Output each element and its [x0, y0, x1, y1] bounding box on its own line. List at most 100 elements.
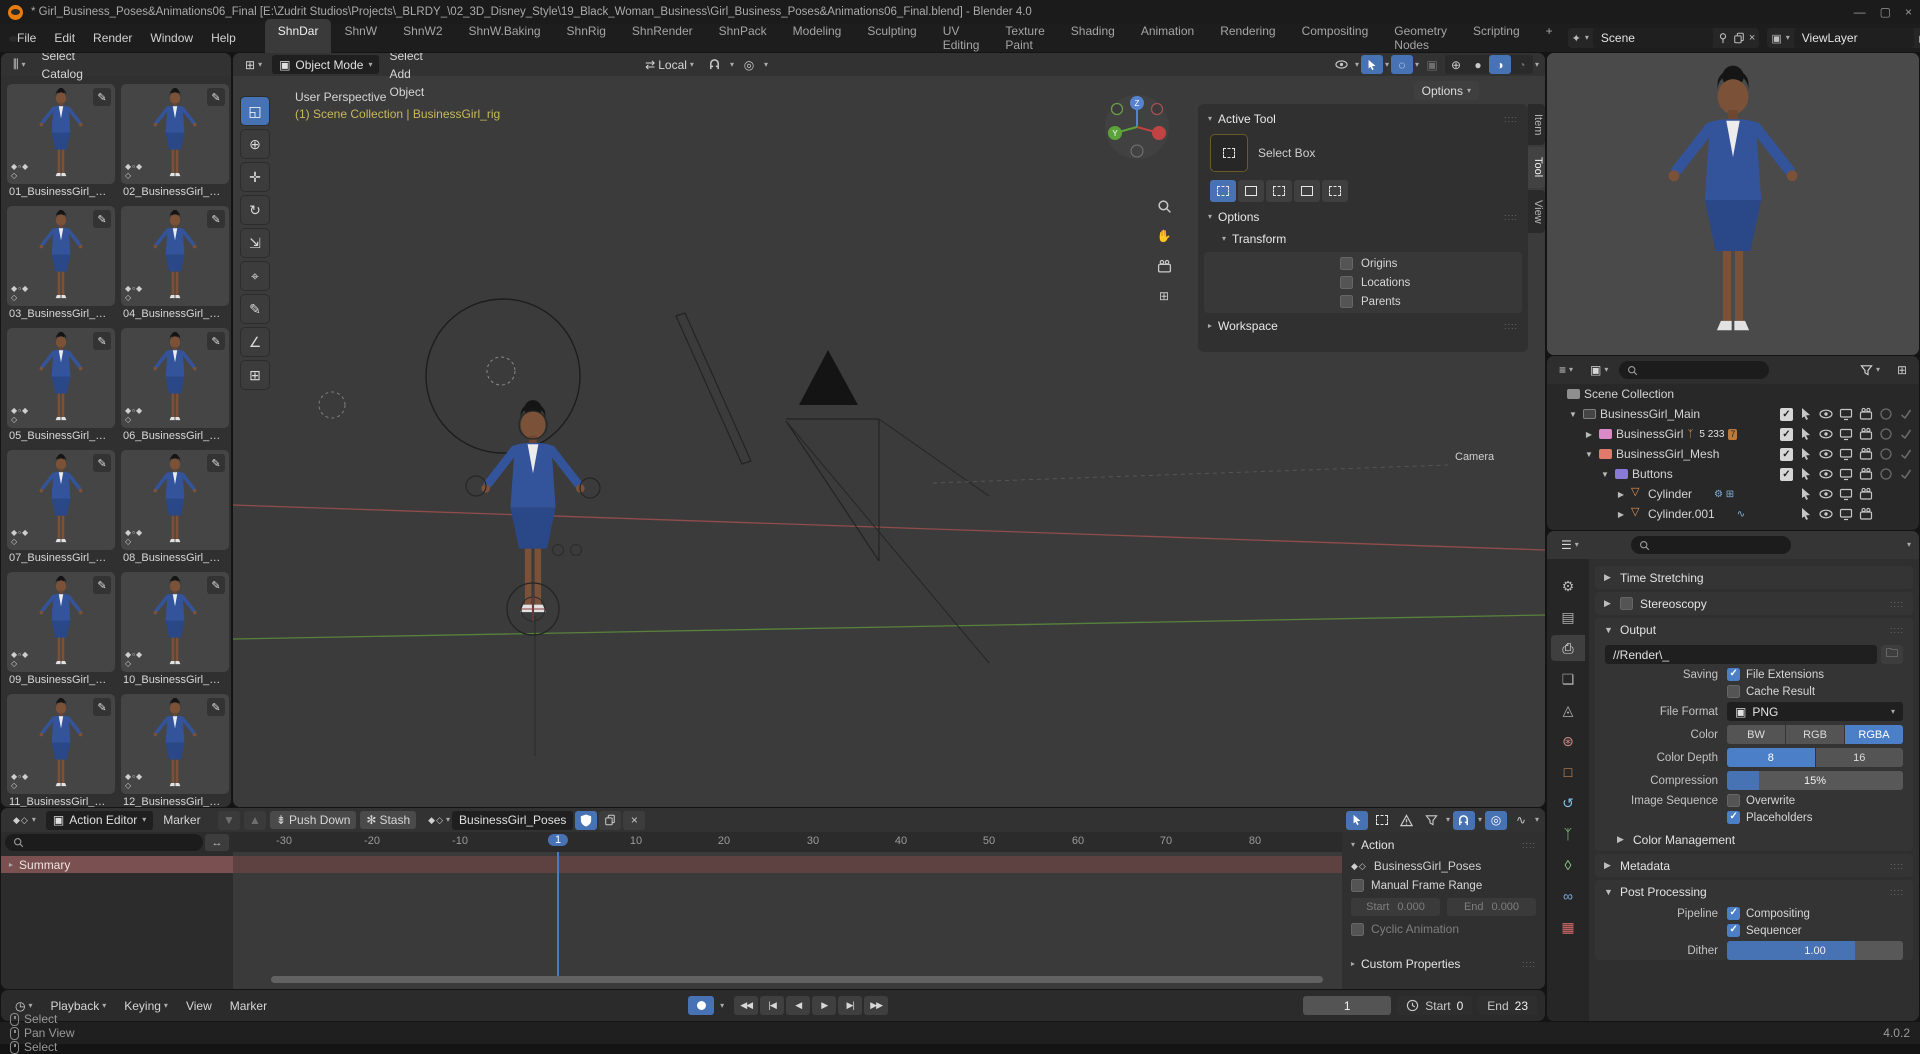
dope-editor-type-button[interactable]: ◆◇▾ — [7, 813, 42, 828]
expand-icon[interactable]: ▼ — [1567, 410, 1579, 419]
fake-user-shield-icon[interactable] — [575, 811, 597, 830]
edit-asset-icon[interactable]: ✎ — [93, 332, 111, 350]
output-panel-header[interactable]: ▼Output:::: — [1595, 618, 1913, 641]
jump-to-end-button[interactable]: ▶▶ — [864, 996, 888, 1015]
action-name-field[interactable]: BusinessGirl_Poses — [452, 811, 573, 830]
outliner-row-cylinder[interactable]: ▶ Cylinder ⚙ ⊞ ✓ — [1547, 484, 1919, 504]
asset-editor-type-button[interactable]: ⫼▾ — [7, 55, 32, 74]
shading-solid-icon[interactable]: ● — [1467, 55, 1489, 74]
disable-viewport-icon[interactable] — [1839, 447, 1853, 461]
tool-move[interactable]: ✛ — [240, 162, 270, 192]
select-mode-intersect[interactable] — [1322, 180, 1348, 202]
panel-grip-icon[interactable]: :::: — [1890, 599, 1904, 609]
panel-grip-icon[interactable]: :::: — [1890, 887, 1904, 897]
workspace-tab[interactable]: Animation — [1128, 19, 1207, 57]
dope-menu[interactable]: Marker — [157, 811, 214, 829]
edit-asset-icon[interactable]: ✎ — [207, 698, 225, 716]
panel-grip-icon[interactable]: :::: — [1522, 959, 1536, 969]
keying-menu[interactable]: Keying▾ — [118, 997, 174, 1015]
tool-annotate[interactable]: ✎ — [240, 294, 270, 324]
next-keyframe-button[interactable]: ▶| — [838, 996, 862, 1015]
workspace-tab[interactable]: Sculpting — [854, 19, 929, 57]
camera-object-label[interactable]: Camera — [1455, 451, 1494, 463]
workspace-tab[interactable]: Modeling — [780, 19, 855, 57]
tab-object-data-icon[interactable]: ᛉ — [1551, 821, 1585, 847]
collection-checkbox[interactable]: ✓ — [1780, 448, 1793, 461]
npanel-tab-view[interactable]: View — [1528, 190, 1545, 234]
asset-menu[interactable]: Catalog — [36, 65, 89, 83]
depth-8-button[interactable]: 8 — [1727, 748, 1815, 767]
topbar-menu[interactable]: Edit — [45, 28, 84, 48]
asset-pose-card[interactable]: ✎ ◆▫◆◇ 09_BusinessGirl_… — [7, 572, 115, 686]
selectable-icon[interactable] — [1799, 507, 1813, 521]
disable-viewport-icon[interactable] — [1839, 467, 1853, 481]
disable-render-icon[interactable] — [1859, 407, 1873, 421]
file-format-dropdown[interactable]: ▣PNG▾ — [1727, 702, 1903, 721]
locations-checkbox[interactable]: Locations — [1204, 273, 1522, 292]
frame-end-field[interactable]: End0.000 — [1447, 898, 1536, 916]
compression-slider[interactable]: 15% — [1727, 771, 1903, 790]
outliner-row-businessgirl[interactable]: ▶ BusinessGirl ᛉ 5 233 7 ✓ — [1547, 424, 1919, 444]
jump-to-start-button[interactable]: ◀◀ — [734, 996, 758, 1015]
tool-scale[interactable]: ⇲ — [240, 228, 270, 258]
outliner-row-buttons[interactable]: ▼ Buttons ✓ — [1547, 464, 1919, 484]
workspace-tab[interactable]: ShnW — [331, 19, 390, 57]
outliner-row-scene-collection[interactable]: Scene Collection ✓ — [1547, 384, 1919, 404]
outliner-row-businessgirl-mesh[interactable]: ▼ BusinessGirl_Mesh ✓ — [1547, 444, 1919, 464]
select-mode-set[interactable] — [1210, 180, 1236, 202]
color-bw-button[interactable]: BW — [1727, 725, 1785, 744]
panel-grip-icon[interactable]: :::: — [1504, 212, 1518, 222]
summary-keyframe-band[interactable] — [233, 856, 1342, 873]
only-selected-icon[interactable] — [1346, 811, 1368, 830]
properties-options-icon[interactable]: ▾ — [1907, 541, 1911, 549]
selectable-icon[interactable] — [1799, 447, 1813, 461]
options-panel-header[interactable]: ▾Options:::: — [1198, 206, 1528, 228]
hide-eye-icon[interactable] — [1819, 447, 1833, 461]
asset-pose-card[interactable]: ✎ ◆▫◆◇ 11_BusinessGirl_… — [7, 694, 115, 807]
dope-mode-dropdown[interactable]: ▣Action Editor▾ — [46, 811, 153, 830]
asset-pose-card[interactable]: ✎ ◆▫◆◇ 03_BusinessGirl_… — [7, 206, 115, 320]
hide-channels-icon[interactable] — [1371, 811, 1393, 830]
camera-view-icon[interactable] — [1151, 253, 1177, 279]
transform-subpanel-header[interactable]: ▾Transform — [1198, 228, 1528, 250]
asset-pose-card[interactable]: ✎ ◆▫◆◇ 10_BusinessGirl_… — [121, 572, 229, 686]
properties-search-input[interactable] — [1631, 536, 1791, 554]
minimize-button[interactable]: — — [1854, 5, 1866, 19]
indirect-only-icon[interactable] — [1899, 467, 1913, 481]
previous-keyframe-button[interactable]: |◀ — [760, 996, 784, 1015]
disable-viewport-icon[interactable] — [1839, 427, 1853, 441]
time-stretching-panel[interactable]: ▶Time Stretching — [1595, 566, 1913, 589]
edit-asset-icon[interactable]: ✎ — [207, 88, 225, 106]
edit-asset-icon[interactable]: ✎ — [93, 210, 111, 228]
color-rgb-button[interactable]: RGB — [1786, 725, 1844, 744]
expand-icon[interactable]: ▼ — [1599, 470, 1611, 479]
indirect-only-icon[interactable] — [1899, 407, 1913, 421]
scene-selector[interactable]: ✦▾ Scene × — [1568, 28, 1760, 48]
workspace-tab[interactable]: + — [1533, 19, 1566, 57]
collection-checkbox[interactable]: ✓ — [1780, 468, 1793, 481]
hide-eye-icon[interactable] — [1819, 427, 1833, 441]
tab-bone-constraint-icon[interactable]: ∞ — [1551, 883, 1585, 909]
current-frame-field[interactable]: 1 — [1303, 996, 1391, 1015]
asset-pose-card[interactable]: ✎ ◆▫◆◇ 04_BusinessGirl_… — [121, 206, 229, 320]
shading-material-icon[interactable]: ◑ — [1489, 55, 1511, 74]
outliner-display-mode-dropdown[interactable]: ≡▾ — [1553, 361, 1579, 379]
frame-start-field[interactable]: Start0.000 — [1351, 898, 1440, 916]
auto-keying-dropdown[interactable]: ▾ — [720, 1002, 724, 1010]
asset-menu[interactable]: Select — [36, 53, 89, 65]
timeline-ruler[interactable]: -30-20-1011020304050607080 — [233, 832, 1342, 852]
asset-pose-card[interactable]: ✎ ◆▫◆◇ 01_BusinessGirl_… — [7, 84, 115, 198]
viewlayer-selector[interactable]: ▣▾ ViewLayer × — [1767, 28, 1920, 48]
tab-render-icon[interactable]: ▤ — [1551, 604, 1585, 630]
expand-icon[interactable]: ▶ — [1615, 510, 1627, 519]
asset-pose-card[interactable]: ✎ ◆▫◆◇ 08_BusinessGirl_… — [121, 450, 229, 564]
holdout-icon[interactable] — [1879, 407, 1893, 421]
asset-pose-card[interactable]: ✎ ◆▫◆◇ 07_BusinessGirl_… — [7, 450, 115, 564]
close-button[interactable]: × — [1905, 5, 1912, 19]
edit-asset-icon[interactable]: ✎ — [207, 332, 225, 350]
channel-expand-icon[interactable]: ↔ — [205, 834, 229, 851]
workspace-tab[interactable]: Shading — [1058, 19, 1128, 57]
mode-dropdown[interactable]: ▣Object Mode▾ — [272, 55, 379, 74]
disable-render-icon[interactable] — [1859, 467, 1873, 481]
properties-editor-type-button[interactable]: ☰▾ — [1555, 536, 1585, 554]
